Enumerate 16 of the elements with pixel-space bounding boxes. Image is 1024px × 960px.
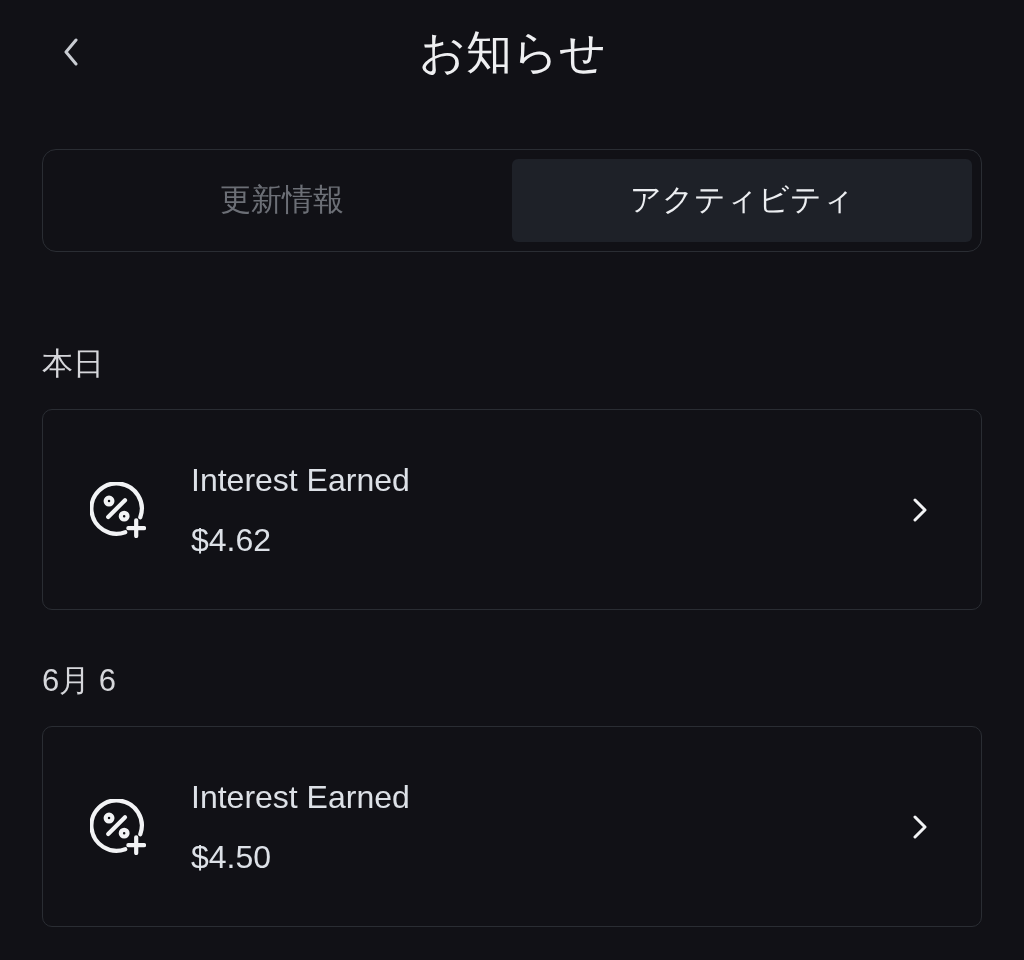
activity-title: Interest Earned bbox=[191, 460, 410, 500]
chevron-right-icon bbox=[913, 497, 927, 522]
page-title: お知らせ bbox=[418, 24, 606, 80]
activity-amount: $4.62 bbox=[191, 520, 272, 560]
section-heading: 6月 6 bbox=[42, 662, 117, 700]
activity-card[interactable]: Interest Earned $4.62 bbox=[42, 409, 982, 610]
activity-amount: $4.50 bbox=[191, 837, 272, 877]
tab[interactable]: アクティビティ bbox=[512, 159, 972, 242]
percent-plus-icon bbox=[90, 481, 146, 538]
percent-plus-icon bbox=[90, 798, 146, 855]
tab[interactable]: 更新情報 bbox=[52, 159, 512, 242]
chevron-right-icon bbox=[913, 814, 927, 839]
activity-card[interactable]: Interest Earned $4.50 bbox=[42, 726, 982, 927]
section-heading: 本日 bbox=[42, 345, 104, 383]
back-button[interactable] bbox=[64, 38, 78, 66]
activity-title: Interest Earned bbox=[191, 777, 410, 817]
